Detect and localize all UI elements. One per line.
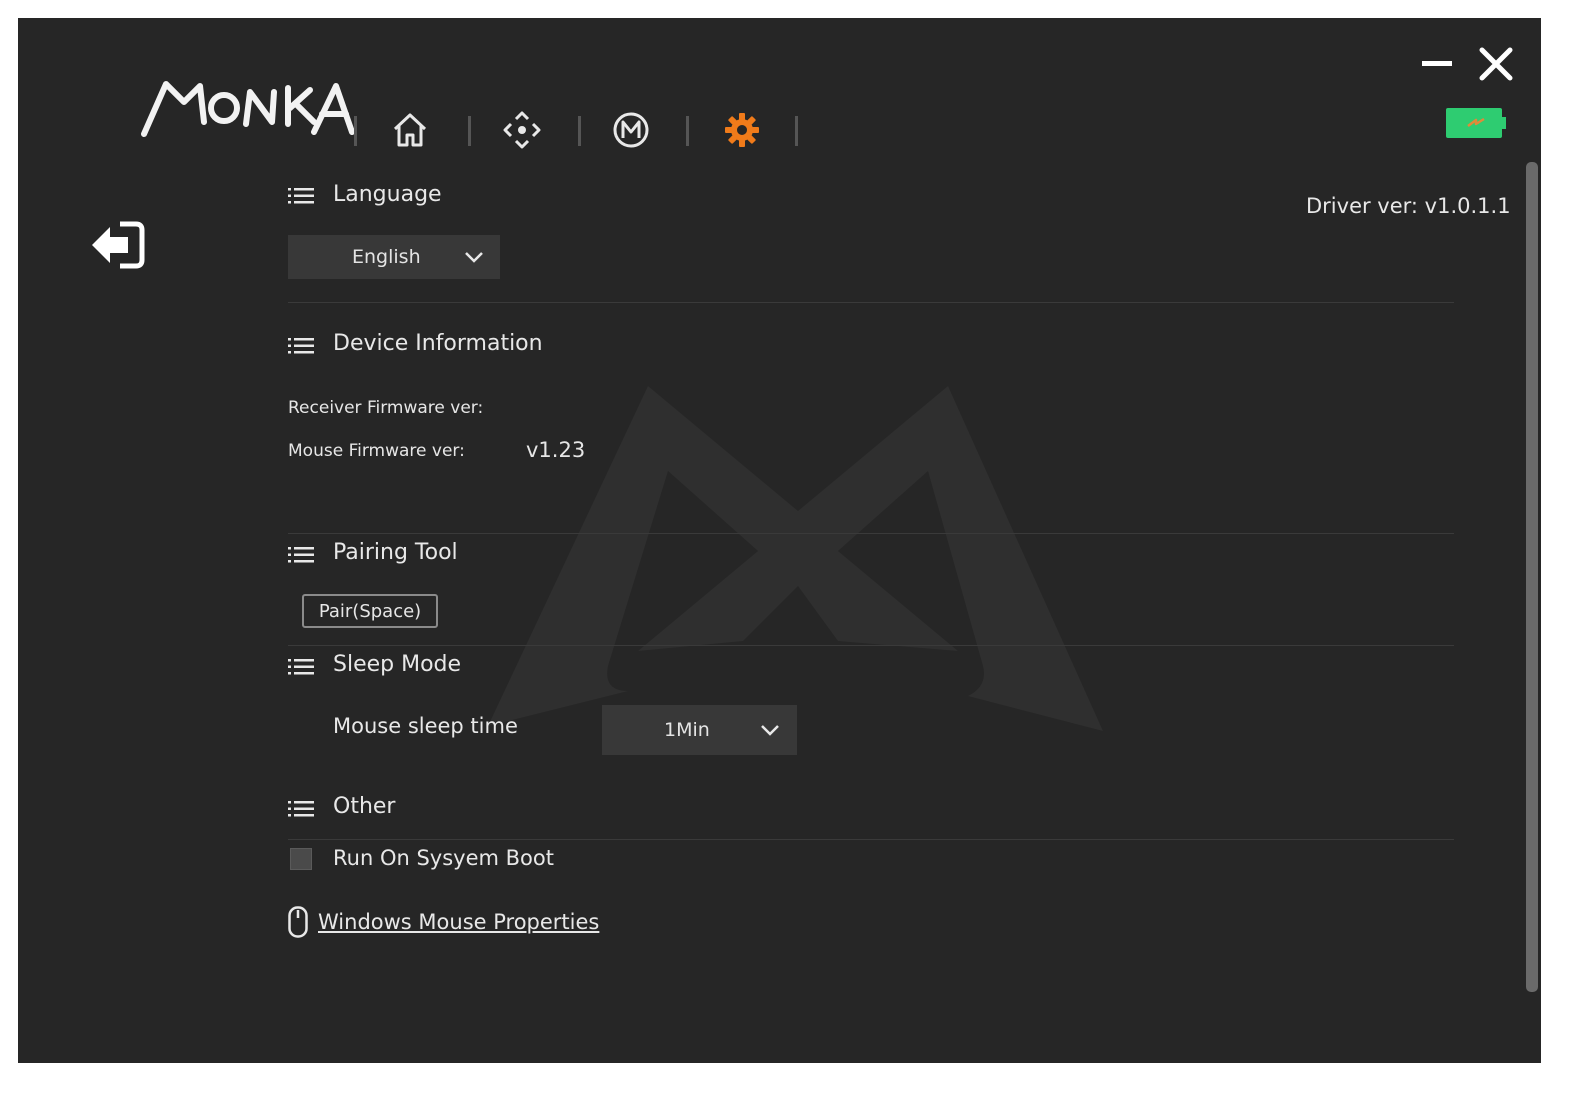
chevron-down-icon bbox=[465, 252, 483, 263]
section-divider bbox=[288, 645, 1454, 646]
section-title-pairing-tool: Pairing Tool bbox=[333, 540, 458, 565]
section-divider bbox=[288, 302, 1454, 303]
windows-mouse-properties-link[interactable]: Windows Mouse Properties bbox=[318, 910, 599, 934]
nav-separator bbox=[578, 116, 581, 146]
back-icon[interactable] bbox=[90, 220, 146, 270]
close-icon[interactable] bbox=[1478, 46, 1514, 82]
run-on-boot-label[interactable]: Run On Sysyem Boot bbox=[333, 846, 554, 870]
section-title-device-information: Device Information bbox=[333, 331, 543, 356]
macro-m-icon[interactable] bbox=[611, 110, 651, 150]
gear-icon[interactable] bbox=[722, 110, 762, 150]
nav-separator bbox=[354, 116, 357, 146]
nav-separator bbox=[686, 116, 689, 146]
pair-button[interactable]: Pair(Space) bbox=[302, 594, 438, 628]
list-icon bbox=[288, 547, 314, 563]
section-divider bbox=[288, 839, 1454, 840]
minimize-icon[interactable] bbox=[1418, 46, 1454, 82]
sleep-time-select-value: 1Min bbox=[664, 719, 710, 741]
list-icon bbox=[288, 338, 314, 354]
sleep-time-select[interactable]: 1Min bbox=[602, 705, 797, 755]
language-select[interactable]: English bbox=[288, 235, 500, 279]
mouse-firmware-label: Mouse Firmware ver: bbox=[288, 441, 465, 461]
list-icon bbox=[288, 188, 314, 204]
mouse-sleep-time-label: Mouse sleep time bbox=[333, 714, 518, 738]
list-icon bbox=[288, 659, 314, 675]
receiver-firmware-label: Receiver Firmware ver: bbox=[288, 398, 484, 418]
nav-separator bbox=[795, 116, 798, 146]
dpi-crosshair-icon[interactable] bbox=[502, 110, 542, 150]
list-icon bbox=[288, 801, 314, 817]
section-divider bbox=[288, 533, 1454, 534]
scrollbar[interactable] bbox=[1526, 162, 1538, 992]
run-on-boot-checkbox[interactable] bbox=[290, 848, 312, 870]
nav-separator bbox=[468, 116, 471, 146]
mouse-icon bbox=[288, 906, 308, 938]
mouse-firmware-value: v1.23 bbox=[526, 438, 586, 462]
home-icon[interactable] bbox=[390, 110, 430, 150]
monka-logo bbox=[141, 81, 355, 137]
settings-window: Driver ver: v1.0.1.1 Language English De… bbox=[18, 18, 1541, 1063]
battery-icon bbox=[1446, 108, 1506, 138]
section-title-other: Other bbox=[333, 794, 396, 819]
section-title-language: Language bbox=[333, 182, 442, 207]
driver-version: Driver ver: v1.0.1.1 bbox=[1306, 194, 1511, 218]
language-select-value: English bbox=[352, 246, 421, 268]
chevron-down-icon bbox=[761, 725, 779, 736]
section-title-sleep-mode: Sleep Mode bbox=[333, 652, 462, 677]
